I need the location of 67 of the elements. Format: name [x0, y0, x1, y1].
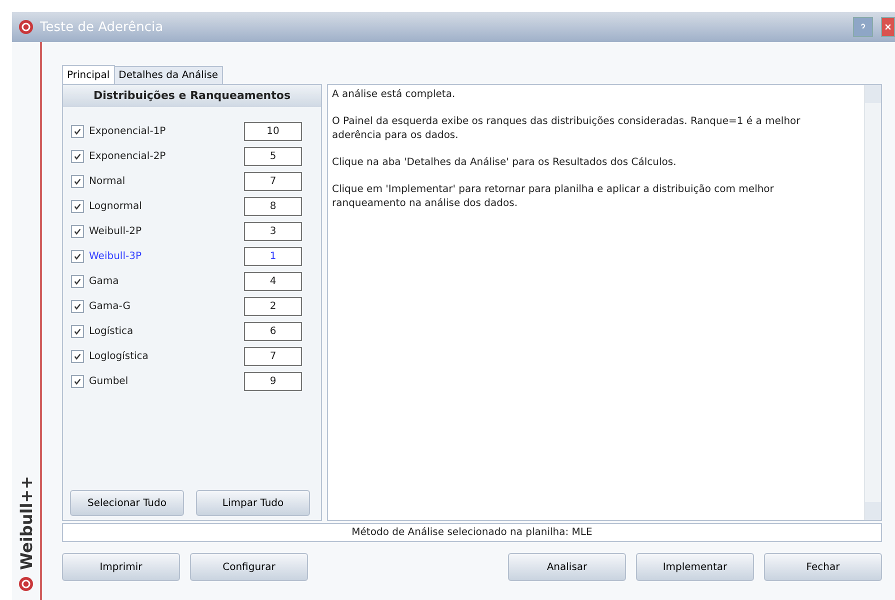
message-text: Clique na aba 'Detalhes da Análise' para os Resultados dos Cálculos. [332, 156, 678, 170]
check-icon [73, 352, 82, 361]
check-icon [73, 227, 82, 236]
clear-all-button[interactable]: Limpar Tudo [196, 490, 310, 516]
checkbox[interactable] [71, 125, 84, 138]
check-icon [73, 177, 82, 186]
action-button[interactable]: Fechar [764, 553, 882, 581]
checkbox[interactable] [71, 175, 84, 188]
rank-field: 1 [244, 247, 302, 266]
action-button[interactable]: Implementar [636, 553, 754, 581]
checkbox[interactable] [71, 200, 84, 213]
product-label: Weibull++ [16, 476, 36, 570]
tab[interactable]: Principal [62, 65, 115, 84]
check-icon [73, 277, 82, 286]
checkbox[interactable] [71, 225, 84, 238]
distribution-name: Gama [89, 276, 120, 287]
rank-field: 6 [244, 322, 302, 341]
help-icon [859, 23, 867, 31]
checkbox[interactable] [71, 150, 84, 163]
message-text: A análise está completa. [332, 88, 456, 102]
panel-title: Distribuições e Ranqueamentos [63, 85, 321, 107]
action-button[interactable]: Configurar [190, 553, 308, 581]
tab[interactable]: Detalhes da Análise [114, 66, 224, 84]
checkbox[interactable] [71, 300, 84, 313]
message-text: Clique em 'Implementar' para retornar para planilha e aplicar a distribuição com melhor ranqueamento na análise dos dados. [332, 183, 775, 211]
action-button[interactable]: Analisar [508, 553, 626, 581]
distribution-name: Normal [89, 176, 126, 187]
rank-field: 7 [244, 347, 302, 366]
status-text: Método de Análise selecionado na planilha: MLE [352, 527, 592, 538]
distribution-name: Weibull-2P [89, 226, 142, 237]
distribution-name: Lognormal [89, 201, 143, 212]
distribution-name: Gama-G [89, 301, 132, 312]
check-icon [73, 302, 82, 311]
check-icon [73, 377, 82, 386]
distribution-name: Weibull-3P [89, 251, 142, 262]
checkbox[interactable] [71, 350, 84, 363]
rank-field: 7 [244, 172, 302, 191]
checkbox[interactable] [71, 325, 84, 338]
message-text: O Painel da esquerda exibe os ranques das distribuições consideradas. Ranque=1 é a melhor aderência para os dados. [332, 115, 802, 143]
distribution-name: Logística [89, 326, 134, 337]
check-icon [73, 252, 82, 261]
checkbox[interactable] [71, 275, 84, 288]
rank-field: 4 [244, 272, 302, 291]
check-icon [73, 202, 82, 211]
distribution-name: Exponencial-1P [89, 126, 167, 137]
select-all-button[interactable]: Selecionar Tudo [70, 490, 184, 516]
window-title: Teste de Aderência [40, 20, 164, 34]
distribution-name: Gumbel [89, 376, 130, 387]
distribution-name: Exponencial-2P [89, 151, 167, 162]
check-icon [73, 327, 82, 336]
check-icon [73, 152, 82, 161]
checkbox[interactable] [71, 250, 84, 263]
checkbox[interactable] [71, 375, 84, 388]
logo-icon [18, 19, 34, 35]
rank-field: 2 [244, 297, 302, 316]
rank-field: 10 [244, 122, 302, 141]
action-button[interactable]: Imprimir [62, 553, 180, 581]
rank-field: 8 [244, 197, 302, 216]
scrollbar[interactable] [864, 85, 881, 520]
rank-field: 5 [244, 147, 302, 166]
rank-field: 3 [244, 222, 302, 241]
close-icon [884, 23, 892, 31]
rank-field: 9 [244, 372, 302, 391]
logo-icon [18, 576, 34, 592]
distribution-name: Loglogística [89, 351, 150, 362]
close-button[interactable] [881, 17, 895, 37]
check-icon [73, 127, 82, 136]
